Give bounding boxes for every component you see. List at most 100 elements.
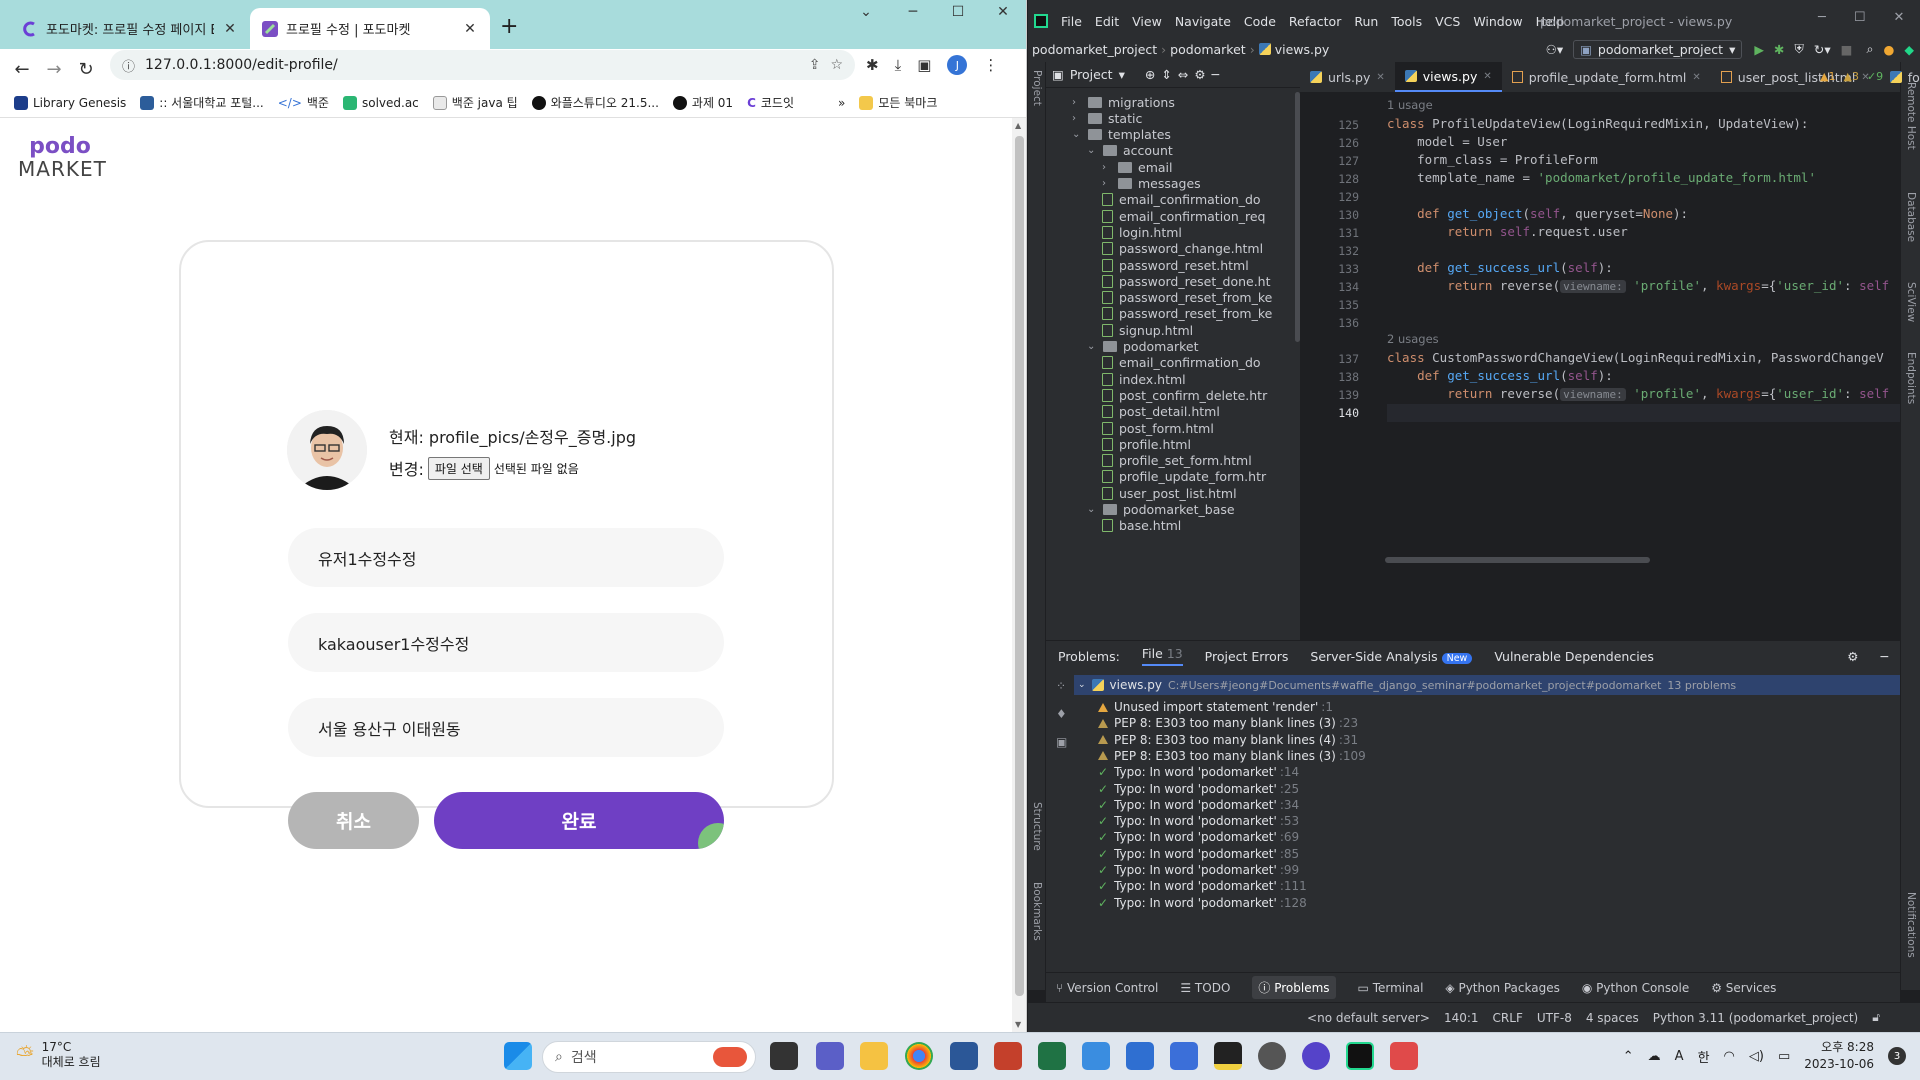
profile-run-icon[interactable]: ↻▾ xyxy=(1814,42,1831,57)
clock[interactable]: 오후 8:28 2023-10-06 xyxy=(1804,1039,1874,1073)
breadcrumb-project[interactable]: podomarket_project xyxy=(1032,42,1157,57)
snipping-tool-icon[interactable] xyxy=(1390,1042,1418,1070)
all-bookmarks[interactable]: 모든 북마크 xyxy=(859,94,937,111)
menu-code[interactable]: Code xyxy=(1244,14,1276,29)
breadcrumb-file[interactable]: views.py xyxy=(1275,42,1330,57)
download-icon[interactable]: ⤓ xyxy=(895,56,902,74)
cancel-button[interactable]: 취소 xyxy=(288,792,419,849)
hide-panel-icon[interactable]: ─ xyxy=(1212,67,1220,82)
jetbrains-icon[interactable]: ◆ xyxy=(1904,42,1914,57)
project-view-icon[interactable]: ▣ xyxy=(1052,67,1064,82)
collapsed-arrow-icon[interactable]: › xyxy=(1102,178,1114,189)
menu-refactor[interactable]: Refactor xyxy=(1289,14,1341,29)
close-window-icon[interactable]: ✕ xyxy=(983,4,1023,20)
status-caret[interactable]: 140:1 xyxy=(1444,1011,1479,1025)
side-panel-icon[interactable]: ▣ xyxy=(917,56,931,74)
usage-hint-2[interactable]: 2 usages xyxy=(1387,332,1439,346)
battery-icon[interactable]: ▭ xyxy=(1778,1049,1790,1064)
collapse-all-icon[interactable]: ⇔ xyxy=(1178,67,1188,82)
share-icon[interactable]: ⇪ xyxy=(809,57,821,73)
run-config-select[interactable]: ▣ podomarket_project ▾ xyxy=(1573,39,1743,59)
collapsed-arrow-icon[interactable]: › xyxy=(1072,113,1084,124)
sticky-notes-icon[interactable] xyxy=(1214,1042,1242,1070)
strip-project[interactable]: Project xyxy=(1031,70,1043,106)
scroll-thumb[interactable] xyxy=(1015,136,1024,996)
strip-endpoints[interactable]: Endpoints xyxy=(1905,352,1917,404)
bookmark-baekjoon[interactable]: </> 백준 xyxy=(278,94,329,111)
bookmark-library-genesis[interactable]: Library Genesis xyxy=(14,95,126,110)
bookmark-solved-ac[interactable]: solved.ac xyxy=(342,95,419,110)
close-tab-icon[interactable]: ✕ xyxy=(222,21,238,37)
ime-mode-han[interactable]: 한 xyxy=(1698,1047,1710,1066)
status-interpreter[interactable]: Python 3.11 (podomarket_project) xyxy=(1653,1011,1858,1025)
new-tab-button[interactable]: + xyxy=(500,14,518,39)
teams-icon[interactable] xyxy=(816,1042,844,1070)
volume-icon[interactable]: ◁) xyxy=(1749,1049,1764,1064)
stop-icon[interactable]: ■ xyxy=(1841,42,1853,57)
problems-settings-icon[interactable]: ⚙ xyxy=(1847,649,1858,664)
collapsed-arrow-icon[interactable]: › xyxy=(1072,97,1084,108)
menu-view[interactable]: View xyxy=(1132,14,1162,29)
maximize-icon[interactable]: ☐ xyxy=(938,4,978,20)
problems-file-row[interactable]: ⌄ views.py C:#Users#jeong#Documents#waff… xyxy=(1074,675,1900,695)
taskbar-search[interactable]: ⌕ 검색 xyxy=(542,1041,756,1073)
bookmark-overflow[interactable]: » xyxy=(838,96,845,110)
ide-minimize-icon[interactable]: ─ xyxy=(1818,10,1826,25)
status-line-sep[interactable]: CRLF xyxy=(1493,1011,1523,1025)
editor-tab[interactable]: urls.py ✕ xyxy=(1300,62,1395,92)
onedrive-icon[interactable]: ☁ xyxy=(1648,1049,1661,1064)
ide-search-icon[interactable]: ⌕ xyxy=(1866,41,1873,57)
podo-market-logo[interactable]: podo MARKET xyxy=(18,136,118,186)
pycharm-taskbar-icon[interactable] xyxy=(1346,1042,1374,1070)
file-explorer-icon[interactable] xyxy=(860,1042,888,1070)
bookmark-codeit[interactable]: C 코드잇 xyxy=(747,94,794,111)
tab-search-icon[interactable]: ⌄ xyxy=(846,4,886,20)
strip-remote-host[interactable]: Remote Host xyxy=(1905,82,1917,150)
menu-tools[interactable]: Tools xyxy=(1391,14,1422,29)
usage-hint[interactable]: 1 usage xyxy=(1387,98,1433,112)
bookmark-wafflestudio[interactable]: 와플스튜디오 21.5... xyxy=(531,94,659,111)
profile-avatar[interactable]: J xyxy=(947,55,968,75)
notes-icon[interactable] xyxy=(1170,1042,1198,1070)
task-view-icon[interactable] xyxy=(770,1042,798,1070)
tool-python-packages[interactable]: ◈ Python Packages xyxy=(1445,981,1559,995)
strip-sciview[interactable]: SciView xyxy=(1905,282,1917,322)
close-tab-icon[interactable]: ✕ xyxy=(1692,72,1700,83)
panel-settings-icon[interactable]: ⚙ xyxy=(1194,67,1205,82)
problems-hide-icon[interactable]: ─ xyxy=(1880,649,1888,664)
editor-tab[interactable]: profile_update_form.html ✕ xyxy=(1502,62,1711,92)
extensions-icon[interactable]: ✱ xyxy=(866,56,879,74)
code-area[interactable]: 1 usage class ProfileUpdateView(LoginReq… xyxy=(1385,92,1900,640)
codeit-app-icon[interactable] xyxy=(1302,1042,1330,1070)
ide-maximize-icon[interactable]: ☐ xyxy=(1854,10,1866,25)
ime-mode-a[interactable]: A xyxy=(1675,1049,1684,1064)
expanded-arrow-icon[interactable]: ⌄ xyxy=(1087,341,1099,352)
bulb-icon[interactable]: ♦ xyxy=(1056,707,1067,721)
bookmark-baekjoon-java[interactable]: 백준 java 팁 xyxy=(432,94,518,111)
preview-icon[interactable]: ▣ xyxy=(1056,735,1067,749)
forward-icon[interactable]: → xyxy=(38,53,70,85)
breadcrumb-folder[interactable]: podomarket xyxy=(1170,42,1246,57)
strip-structure[interactable]: Structure xyxy=(1031,802,1043,851)
tab-project-errors[interactable]: Project Errors xyxy=(1205,649,1289,664)
bookmark-star-icon[interactable]: ☆ xyxy=(830,57,843,73)
status-server[interactable]: <no default server> xyxy=(1307,1011,1430,1025)
mail-icon[interactable] xyxy=(1126,1042,1154,1070)
close-tab-icon[interactable]: ✕ xyxy=(462,21,478,37)
group-icon[interactable]: ⁘ xyxy=(1056,679,1067,693)
menu-vcs[interactable]: VCS xyxy=(1435,14,1460,29)
project-view-label[interactable]: Project xyxy=(1070,67,1113,82)
expanded-arrow-icon[interactable]: ⌄ xyxy=(1072,129,1084,140)
tool-todo[interactable]: ☰ TODO xyxy=(1180,981,1230,995)
nickname-input[interactable]: 유저1수정수정 xyxy=(288,528,724,587)
word-icon[interactable] xyxy=(950,1042,978,1070)
reload-icon[interactable]: ↻ xyxy=(70,53,102,85)
store-icon[interactable] xyxy=(1082,1042,1110,1070)
pycharm-logo-icon[interactable] xyxy=(1034,14,1048,28)
locate-icon[interactable]: ⊕ xyxy=(1145,67,1155,82)
tool-version-control[interactable]: ⑂ Version Control xyxy=(1056,981,1158,995)
vcs-user-icon[interactable]: ⚇▾ xyxy=(1546,42,1563,57)
expanded-arrow-icon[interactable]: ⌄ xyxy=(1087,504,1099,515)
minimize-icon[interactable]: ─ xyxy=(893,4,933,20)
horizontal-scroll-thumb[interactable] xyxy=(1385,557,1650,563)
